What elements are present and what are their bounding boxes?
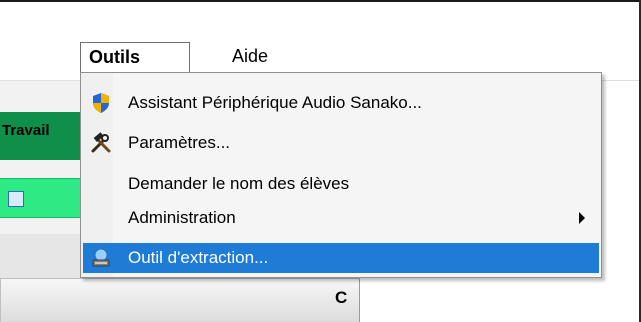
menu-item-assistant-audio[interactable]: Assistant Périphérique Audio Sanako... [83, 88, 599, 118]
menu-item-label: Administration [128, 208, 236, 227]
work-panel-title: Travail [2, 122, 50, 139]
menu-outils-label: Outils [89, 47, 141, 67]
outils-dropdown-menu: Assistant Périphérique Audio Sanako... P… [80, 72, 602, 278]
menu-item-label: Assistant Périphérique Audio Sanako... [128, 93, 422, 112]
shield-icon [89, 91, 113, 115]
menu-item-demander-nom[interactable]: Demander le nom des élèves [83, 169, 599, 199]
submenu-arrow-icon [579, 212, 585, 224]
column-header-c[interactable]: C [335, 288, 347, 308]
edit-icon[interactable] [8, 191, 24, 207]
menu-item-label: Paramètres... [128, 133, 231, 152]
menu-aide[interactable]: Aide [232, 46, 268, 67]
menu-outils[interactable]: Outils [80, 42, 190, 72]
menu-item-parametres[interactable]: Paramètres... [83, 128, 599, 158]
menu-item-label: Demander le nom des élèves [128, 174, 350, 193]
tools-icon [89, 131, 113, 155]
menu-item-administration[interactable]: Administration [83, 203, 599, 233]
extract-icon [89, 246, 113, 270]
menu-item-outil-extraction[interactable]: Outil d'extraction... [83, 243, 599, 273]
table-header [0, 279, 359, 322]
menu-aide-label: Aide [232, 46, 269, 66]
menu-item-label: Outil d'extraction... [128, 248, 269, 267]
